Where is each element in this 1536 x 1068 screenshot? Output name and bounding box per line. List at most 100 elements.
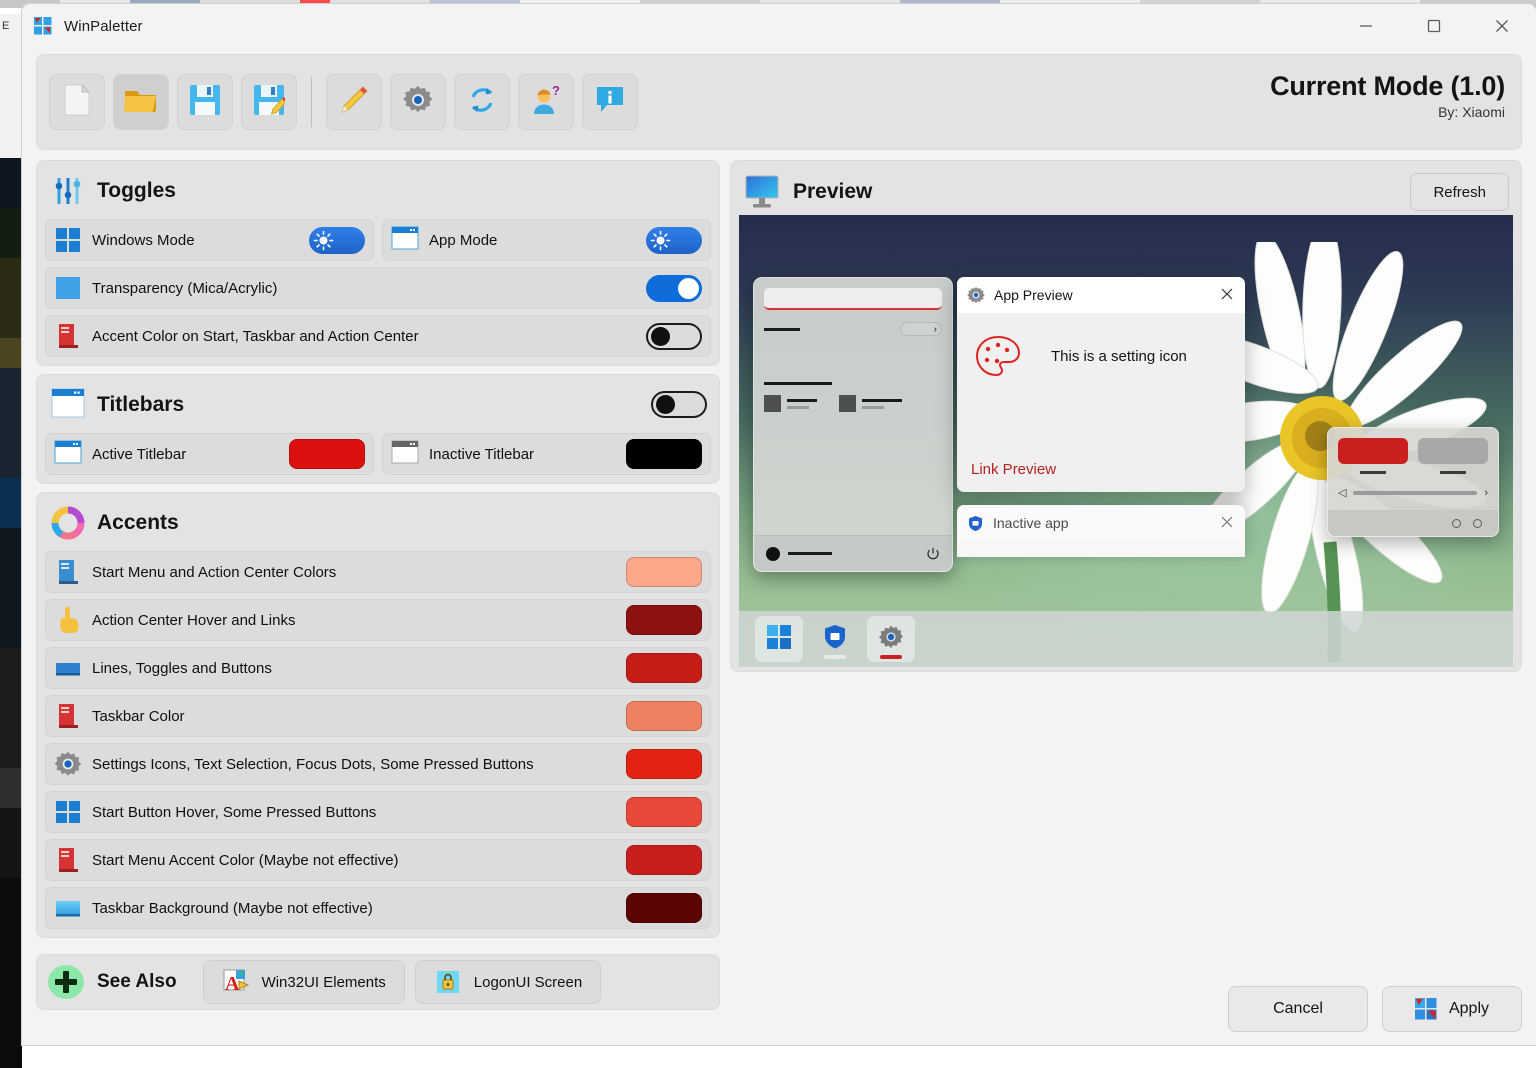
window-title: WinPaletter (64, 17, 143, 35)
cancel-button[interactable]: Cancel (1228, 986, 1368, 1032)
desktop-left-text: E (2, 20, 10, 32)
windows-mode-toggle[interactable] (309, 226, 365, 254)
transparency-toggle[interactable] (646, 274, 702, 302)
taskbar-start-button[interactable] (755, 616, 803, 662)
action-center-footer (1328, 510, 1498, 536)
accent-color-swatch[interactable] (626, 893, 702, 923)
preview-column: Preview Refresh › App Preview This is a … (730, 160, 1522, 1032)
app-mode-toggle[interactable] (646, 226, 702, 254)
inactive-titlebar-color-swatch[interactable] (626, 439, 702, 469)
titlebars-card: Titlebars Active Titlebar Inactive Title… (36, 374, 720, 484)
save-button[interactable] (177, 74, 233, 130)
row-accent-color-surfaces[interactable]: Accent Color on Start, Taskbar and Actio… (45, 315, 711, 357)
row-accent-taskbar-background[interactable]: Taskbar Background (Maybe not effective) (45, 887, 711, 929)
edit-button[interactable] (326, 74, 382, 130)
row-accent-start-menu-accent[interactable]: Start Menu Accent Color (Maybe not effec… (45, 839, 711, 881)
start-pinned-header: › (764, 322, 942, 336)
account-button[interactable]: ? (518, 74, 574, 130)
accent-color-swatch[interactable] (626, 845, 702, 875)
row-label: Windows Mode (92, 231, 195, 249)
window-controls (1332, 4, 1536, 48)
window-titlebar[interactable]: WinPaletter (22, 4, 1536, 48)
row-app-mode[interactable]: App Mode (382, 219, 711, 261)
mode-author: By: Xiaomi (1438, 104, 1505, 120)
refresh-sync-icon (467, 85, 497, 120)
close-button[interactable] (1468, 4, 1536, 48)
row-label: Accent Color on Start, Taskbar and Actio… (92, 327, 419, 345)
mode-info: Current Mode (1.0) By: Xiaomi (1270, 71, 1505, 120)
battery-dot-icon (1452, 518, 1461, 528)
row-accent-settings-icons[interactable]: Settings Icons, Text Selection, Focus Do… (45, 743, 711, 785)
windows-logo-icon (766, 624, 792, 655)
save-floppy-icon (189, 84, 221, 121)
new-file-button[interactable] (49, 74, 105, 130)
svg-text:?: ? (552, 85, 560, 98)
row-label: Transparency (Mica/Acrylic) (92, 279, 278, 297)
row-inactive-titlebar[interactable]: Inactive Titlebar (382, 433, 711, 475)
settings-button[interactable] (390, 74, 446, 130)
preview-card: Preview Refresh › App Preview This is a … (730, 160, 1522, 672)
accent-color-swatch[interactable] (626, 653, 702, 683)
taskbar-indicator (824, 655, 846, 659)
active-titlebar-color-swatch[interactable] (289, 439, 365, 469)
logonui-screen-button[interactable]: LogonUI Screen (414, 960, 602, 1004)
row-accent-lines-toggles[interactable]: Lines, Toggles and Buttons (45, 647, 711, 689)
reset-button[interactable] (454, 74, 510, 130)
apply-button[interactable]: Apply (1382, 986, 1522, 1032)
save-as-button[interactable] (241, 74, 297, 130)
row-accent-taskbar-color[interactable]: Taskbar Color (45, 695, 711, 737)
row-active-titlebar[interactable]: Active Titlebar (45, 433, 374, 475)
app-preview-setting-label: This is a setting icon (1051, 347, 1187, 365)
row-label: Taskbar Color (92, 707, 185, 725)
action-center-tile-off (1418, 438, 1488, 464)
row-label: Inactive Titlebar (429, 445, 535, 463)
accent-color-swatch[interactable] (626, 797, 702, 827)
row-accent-start-hover[interactable]: Start Button Hover, Some Pressed Buttons (45, 791, 711, 833)
preview-header: Preview Refresh (739, 169, 1513, 215)
see-also-bar: See Also A Win32UI Elements LogonUI Scre… (36, 954, 720, 1010)
accent-color-swatch[interactable] (626, 557, 702, 587)
cancel-label: Cancel (1273, 1000, 1323, 1017)
toolbar-separator (311, 77, 312, 127)
toggles-header: Toggles (45, 169, 711, 213)
row-accent-hover-links[interactable]: Action Center Hover and Links (45, 599, 711, 641)
blue-square-icon (54, 274, 82, 302)
monitor-icon (745, 174, 781, 210)
app-preview-titlebar: App Preview (957, 277, 1245, 313)
info-speech-icon (595, 86, 625, 119)
close-icon[interactable] (1219, 514, 1235, 534)
row-accent-start-menu[interactable]: Start Menu and Action Center Colors (45, 551, 711, 593)
mode-title: Current Mode (1.0) (1270, 71, 1505, 101)
sun-icon (650, 230, 671, 251)
taskbar-indicator (880, 655, 902, 659)
win32ui-icon: A (222, 968, 250, 996)
taskbar-settings-button[interactable] (867, 616, 915, 662)
start-footer (754, 535, 952, 571)
titlebar-window-icon (51, 388, 85, 422)
win32ui-elements-button[interactable]: A Win32UI Elements (202, 960, 405, 1004)
sliders-icon (51, 174, 85, 208)
accent-color-swatch[interactable] (626, 701, 702, 731)
win32ui-label: Win32UI Elements (261, 973, 386, 991)
row-label: Start Button Hover, Some Pressed Buttons (92, 803, 377, 821)
maximize-button[interactable] (1400, 4, 1468, 48)
titlebars-header: Titlebars (45, 383, 711, 427)
taskbar-security-button[interactable] (811, 616, 859, 662)
app-preview-title: App Preview (994, 287, 1073, 303)
refresh-label: Refresh (1433, 183, 1486, 201)
row-windows-mode[interactable]: Windows Mode (45, 219, 374, 261)
accent-surfaces-toggle[interactable] (646, 322, 702, 350)
info-button[interactable] (582, 74, 638, 130)
accent-color-swatch[interactable] (626, 749, 702, 779)
minimize-button[interactable] (1332, 4, 1400, 48)
toggle-knob (651, 326, 670, 346)
apply-label: Apply (1448, 1000, 1490, 1017)
refresh-button[interactable]: Refresh (1410, 173, 1509, 211)
accent-color-swatch[interactable] (626, 605, 702, 635)
app-preview-link[interactable]: Link Preview (971, 461, 1056, 478)
titlebars-master-toggle[interactable] (651, 391, 707, 418)
open-file-button[interactable] (113, 74, 169, 130)
row-transparency[interactable]: Transparency (Mica/Acrylic) (45, 267, 711, 309)
accents-header: Accents (45, 501, 711, 545)
close-icon[interactable] (1219, 286, 1235, 302)
